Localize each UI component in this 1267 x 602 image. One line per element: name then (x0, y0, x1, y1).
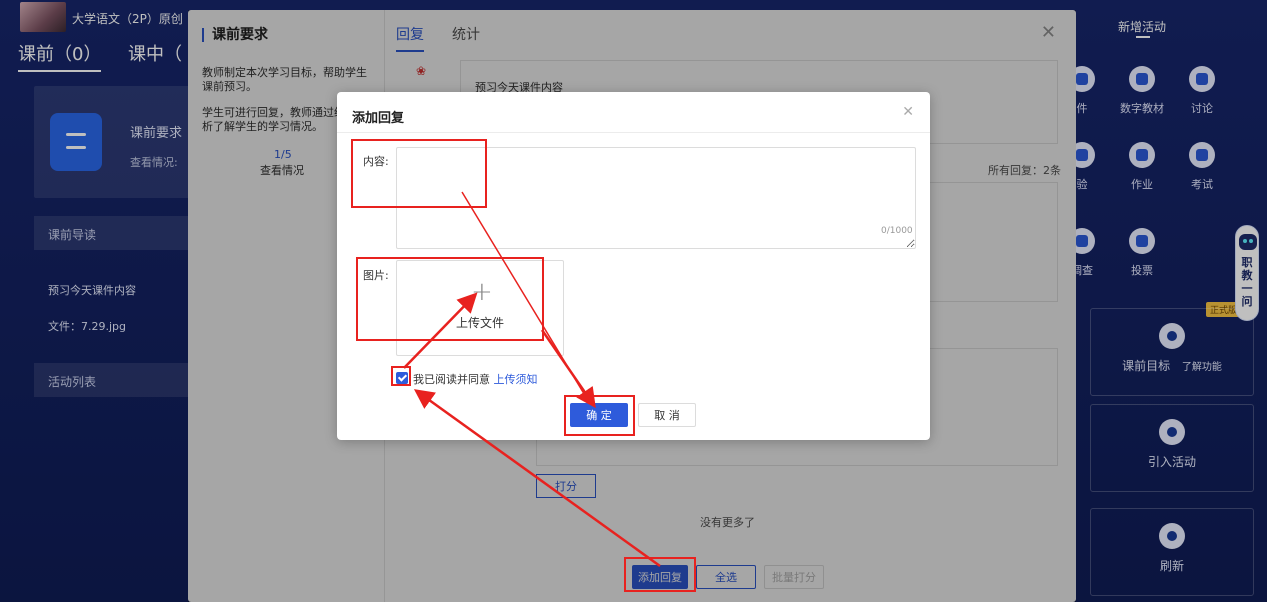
add-reply-dialog: 添加回复 ✕ 内容: 0/1000 图片: + 上传文件 我已阅读并同意 上传须… (337, 92, 930, 440)
agree-text: 我已阅读并同意 上传须知 (413, 373, 538, 386)
upload-file-text: 上传文件 (455, 316, 504, 330)
plus-icon: + (471, 277, 493, 307)
content-textarea[interactable] (396, 147, 916, 249)
agree-checkbox[interactable] (396, 372, 408, 384)
confirm-button[interactable]: 确 定 (570, 403, 628, 427)
cancel-button[interactable]: 取 消 (638, 403, 696, 427)
char-count: 0/1000 (881, 226, 913, 236)
upload-notice-link[interactable]: 上传须知 (494, 373, 538, 386)
image-label: 图片: (363, 269, 389, 282)
dialog-divider (337, 132, 930, 133)
upload-file-area[interactable]: + 上传文件 (396, 260, 564, 356)
dialog-title: 添加回复 (352, 111, 405, 126)
content-label: 内容: (363, 155, 389, 168)
close-icon[interactable]: ✕ (902, 104, 914, 120)
